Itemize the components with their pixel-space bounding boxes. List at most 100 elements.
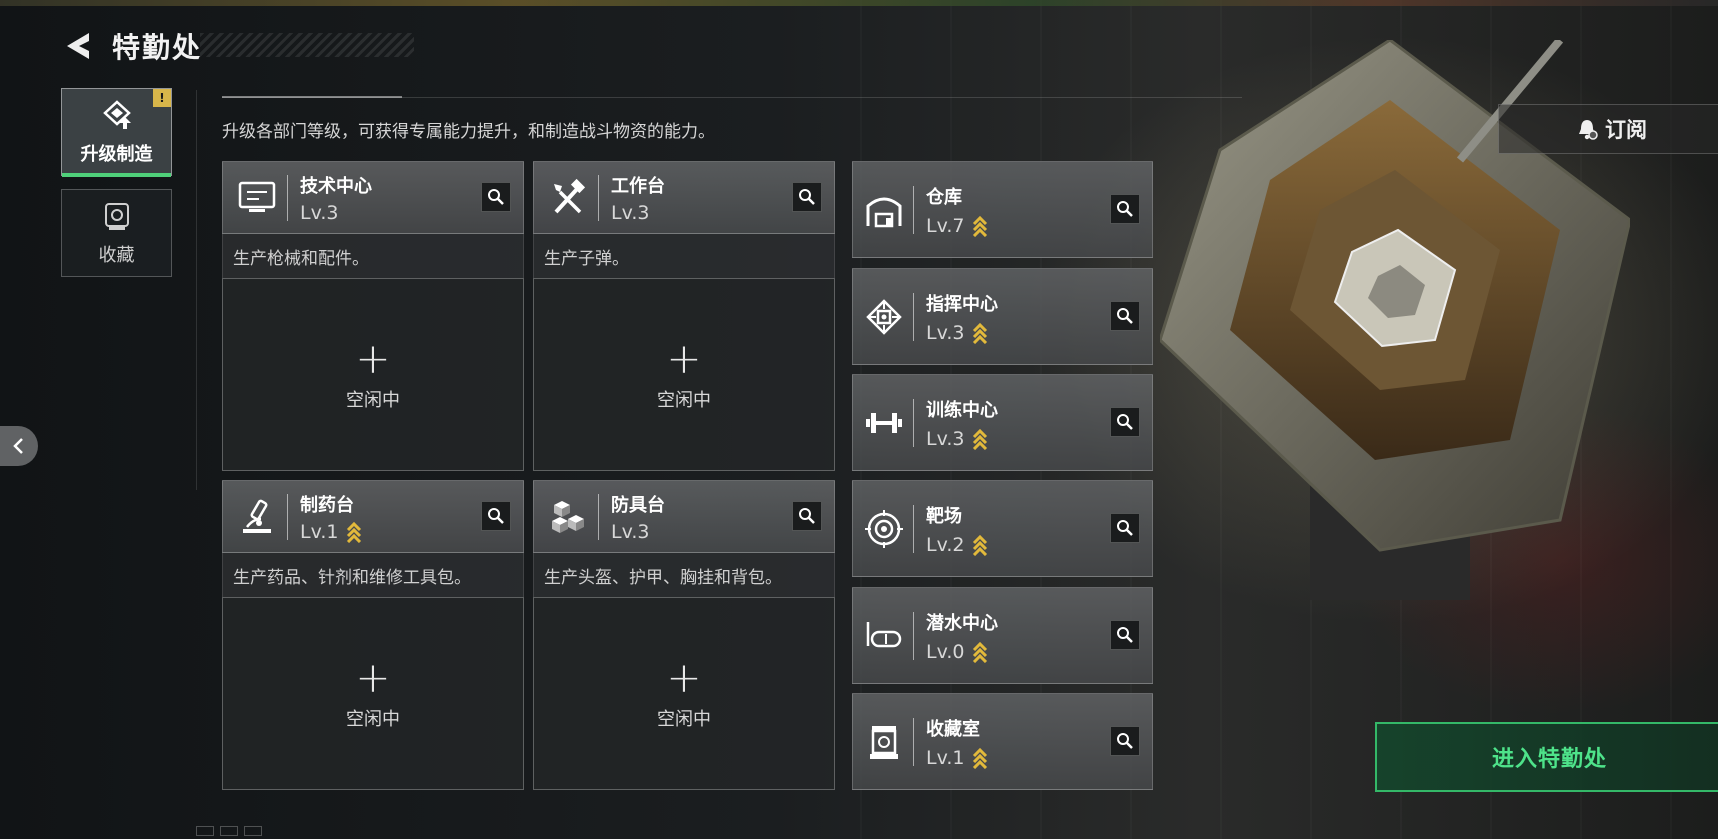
department-name: 技术中心 [300, 175, 372, 197]
top-strip [0, 0, 1718, 6]
inspect-button[interactable] [481, 501, 511, 531]
header-separator [913, 717, 914, 766]
search-icon [1117, 414, 1133, 430]
back-arrow-icon [67, 33, 89, 59]
header-separator [913, 398, 914, 447]
department-level: Lv.2 [926, 533, 965, 556]
tab-collection[interactable]: 收藏 [61, 189, 172, 277]
subscribe-button[interactable]: 订阅 [1498, 104, 1718, 154]
divider-vertical [196, 90, 197, 490]
bottom-decoration [196, 826, 262, 836]
production-card-header[interactable]: 制药台 Lv.1 [222, 480, 524, 553]
department-shooting-range[interactable]: 靶场 Lv.2 [852, 480, 1153, 577]
inspect-button[interactable] [481, 182, 511, 212]
header-separator [287, 493, 288, 540]
inspect-button[interactable] [1110, 301, 1140, 331]
production-slot[interactable]: + 空闲中 [222, 597, 524, 790]
search-icon [1117, 308, 1133, 324]
production-slot[interactable]: + 空闲中 [533, 597, 835, 790]
inspect-button[interactable] [792, 182, 822, 212]
back-button[interactable] [60, 27, 98, 65]
add-icon: + [666, 333, 702, 383]
production-card-pharmacy: 制药台 Lv.1 生产药品、针剂和维修工具包。 + 空闲中 [222, 480, 524, 790]
enter-special-ops-button[interactable]: 进入特勤处 [1375, 722, 1718, 792]
upgrade-available-icon [346, 521, 362, 543]
tab-upgrade-craft[interactable]: 升级制造 ! [61, 88, 172, 177]
department-collection-room[interactable]: 收藏室 Lv.1 [852, 693, 1153, 790]
production-description: 生产子弹。 [533, 234, 835, 278]
dumbbell-icon [861, 400, 907, 446]
production-description: 生产头盔、护甲、胸挂和背包。 [533, 553, 835, 597]
production-card-header[interactable]: 技术中心 Lv.3 [222, 161, 524, 234]
page-title: 特勤处 [112, 31, 203, 64]
slot-status: 空闲中 [657, 389, 711, 411]
monitor-icon [233, 174, 281, 222]
department-level: Lv.1 [300, 520, 339, 543]
add-icon: + [355, 333, 391, 383]
active-tab-indicator [62, 173, 171, 177]
header-separator [913, 611, 914, 660]
header-separator [598, 493, 599, 540]
warehouse-icon [861, 187, 907, 233]
header: 特勤处 [60, 26, 202, 66]
search-icon [799, 508, 815, 524]
diving-mask-icon [861, 613, 907, 659]
add-icon: + [355, 652, 391, 702]
chevron-left-icon [13, 438, 23, 454]
upgrade-available-icon [972, 215, 988, 237]
department-name: 收藏室 [926, 718, 980, 740]
display-case-icon [861, 719, 907, 765]
production-card-header[interactable]: 工作台 Lv.3 [533, 161, 835, 234]
search-icon [488, 189, 504, 205]
header-hatch-decoration [200, 33, 414, 57]
slot-status: 空闲中 [657, 708, 711, 730]
search-icon [1117, 520, 1133, 536]
department-command-center[interactable]: 指挥中心 Lv.3 [852, 268, 1153, 365]
production-card-workbench: 工作台 Lv.3 生产子弹。 + 空闲中 [533, 161, 835, 471]
search-icon [799, 189, 815, 205]
production-slot[interactable]: + 空闲中 [533, 278, 835, 471]
production-card-header[interactable]: 防具台 Lv.3 [533, 480, 835, 553]
inspect-button[interactable] [1110, 620, 1140, 650]
upgrade-icon [100, 98, 134, 132]
search-icon [488, 508, 504, 524]
department-name: 工作台 [611, 175, 665, 197]
department-name: 潜水中心 [926, 612, 998, 634]
section-description: 升级各部门等级，可获得专属能力提升，和制造战斗物资的能力。 [222, 122, 715, 142]
upgrade-available-icon [972, 641, 988, 663]
add-icon: + [666, 652, 702, 702]
department-name: 训练中心 [926, 399, 998, 421]
header-separator [598, 174, 599, 221]
search-icon [1117, 733, 1133, 749]
tab-label: 收藏 [98, 245, 135, 266]
production-slot[interactable]: + 空闲中 [222, 278, 524, 471]
department-diving-center[interactable]: 潜水中心 Lv.0 [852, 587, 1153, 684]
department-level: Lv.3 [611, 201, 650, 224]
inspect-button[interactable] [1110, 407, 1140, 437]
upgrade-available-icon [972, 747, 988, 769]
slot-status: 空闲中 [346, 708, 400, 730]
inspect-button[interactable] [1110, 513, 1140, 543]
inspect-button[interactable] [1110, 726, 1140, 756]
department-name: 制药台 [300, 494, 354, 516]
upgrade-available-icon [972, 534, 988, 556]
header-separator [287, 174, 288, 221]
department-level: Lv.3 [300, 201, 339, 224]
inspect-button[interactable] [792, 501, 822, 531]
department-warehouse[interactable]: 仓库 Lv.7 [852, 161, 1153, 258]
target-icon [861, 506, 907, 552]
inspect-button[interactable] [1110, 194, 1140, 224]
subscribe-label: 订阅 [1605, 118, 1647, 142]
collection-icon [100, 199, 134, 233]
search-icon [1117, 627, 1133, 643]
department-level: Lv.0 [926, 640, 965, 663]
armor-blocks-icon [544, 493, 592, 541]
department-level: Lv.3 [926, 321, 965, 344]
header-separator [913, 292, 914, 341]
slot-status: 空闲中 [346, 389, 400, 411]
tools-icon [544, 174, 592, 222]
department-training-center[interactable]: 训练中心 Lv.3 [852, 374, 1153, 471]
alert-badge: ! [153, 89, 171, 107]
header-separator [913, 185, 914, 234]
production-description: 生产枪械和配件。 [222, 234, 524, 278]
